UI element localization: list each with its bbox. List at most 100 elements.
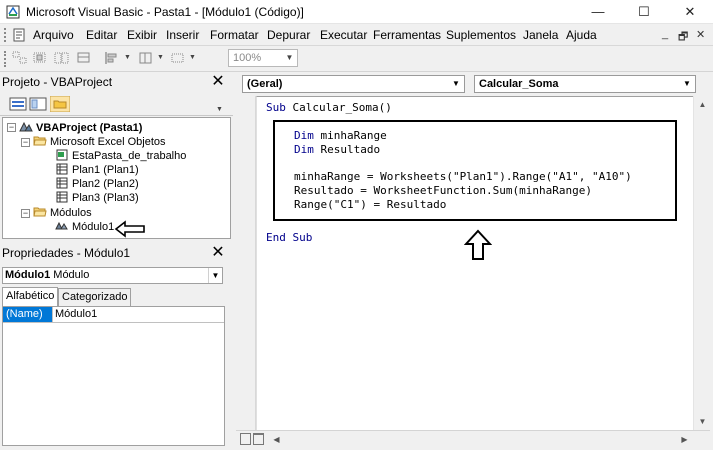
tree-collapse-toggle[interactable]: − [21, 209, 30, 218]
horizontal-scrollbar[interactable]: ◀ ▶ [236, 430, 710, 447]
toolbar-grip[interactable] [4, 51, 7, 67]
properties-grid: (Name) Módulo1 [2, 306, 225, 446]
chevron-down-icon[interactable]: ▼ [208, 268, 222, 283]
tree-node-plan3[interactable]: Plan3 (Plan3) [55, 191, 139, 205]
worksheet-icon [56, 177, 68, 189]
procedure-combobox[interactable]: Calcular_Soma ▼ [474, 75, 696, 93]
tree-label-modules: Módulos [50, 207, 92, 219]
code-window: (Geral) ▼ Calcular_Soma ▼ Sub Calcular_S… [236, 72, 713, 450]
size-to-grid-icon[interactable] [170, 51, 186, 65]
maximize-button[interactable]: ☐ [621, 0, 667, 24]
properties-panel-title: Propriedades - Módulo1 [2, 246, 131, 260]
properties-object-combobox[interactable]: Módulo1 Módulo ▼ [2, 267, 223, 284]
tree-node-plan2[interactable]: Plan2 (Plan2) [55, 177, 139, 191]
menu-ferramentas[interactable]: Ferramentas [373, 28, 441, 42]
menu-ajuda[interactable]: Ajuda [566, 28, 597, 42]
margin-indicator-bar[interactable] [236, 96, 256, 430]
minimize-button[interactable]: — [575, 0, 621, 24]
chevron-down-icon[interactable]: ▼ [679, 76, 695, 92]
tab-categorizado[interactable]: Categorizado [58, 288, 132, 306]
mdi-restore-button[interactable]: 🗗 [678, 28, 688, 47]
code-line[interactable]: Sub Calcular_Soma() [266, 101, 392, 115]
mdi-close-button[interactable]: ✕ [696, 28, 705, 41]
properties-panel-header: Propriedades - Módulo1 ✕ [0, 243, 233, 263]
scroll-up-icon[interactable]: ▲ [694, 96, 711, 113]
menu-arquivo[interactable]: Arquivo [33, 28, 74, 42]
zoom-dropdown-icon[interactable]: ▼ [282, 50, 297, 66]
full-module-view-icon[interactable] [253, 433, 264, 445]
center-dropdown-icon[interactable]: ▼ [157, 54, 164, 61]
tree-node-excel-objects[interactable]: Microsoft Excel Objetos [33, 135, 166, 149]
module-icon [55, 221, 68, 230]
scroll-right-icon[interactable]: ▶ [676, 431, 693, 448]
scroll-down-icon[interactable]: ▼ [694, 413, 711, 430]
tree-label-modulo1: Módulo1 [72, 221, 115, 233]
tree-node-vbaproject[interactable]: VBAProject (Pasta1) [19, 121, 142, 135]
procedure-view-icon[interactable] [240, 433, 251, 445]
object-combobox[interactable]: (Geral) ▼ [242, 75, 465, 93]
tree-label-workbook: EstaPasta_de_trabalho [72, 150, 187, 162]
tree-node-modules[interactable]: Módulos [33, 206, 92, 220]
project-panel-toolbar: ▼ [0, 92, 233, 116]
window-title: Microsoft Visual Basic - Pasta1 - [Módul… [26, 5, 304, 19]
tab-alfabetico[interactable]: Alfabético [2, 287, 59, 307]
menu-inserir[interactable]: Inserir [166, 28, 199, 42]
menu-janela[interactable]: Janela [523, 28, 558, 42]
code-line[interactable]: End Sub [266, 231, 312, 245]
align-left-icon[interactable] [104, 51, 120, 65]
property-name[interactable]: (Name) [3, 307, 53, 322]
folder-open-icon [33, 207, 47, 217]
vba-app-icon [6, 5, 20, 19]
properties-tabs: Alfabético Categorizado [2, 287, 231, 307]
menu-exibir[interactable]: Exibir [127, 28, 157, 42]
worksheet-icon [56, 163, 68, 175]
menu-executar[interactable]: Executar [320, 28, 367, 42]
tree-node-plan1[interactable]: Plan1 (Plan1) [55, 163, 139, 177]
tree-node-modulo1[interactable]: Módulo1 [55, 220, 114, 234]
toggle-folders-icon[interactable] [50, 96, 70, 112]
property-value[interactable]: Módulo1 [55, 307, 97, 322]
menu-depurar[interactable]: Depurar [267, 28, 310, 42]
close-button[interactable]: ✕ [667, 0, 713, 24]
view-object-icon[interactable] [28, 96, 48, 112]
properties-panel-close-icon[interactable]: ✕ [209, 244, 227, 262]
object-combobox-value: (Geral) [247, 78, 283, 90]
chevron-down-icon[interactable]: ▼ [448, 76, 464, 92]
project-tree[interactable]: − VBAProject (Pasta1) − Microsoft Excel … [2, 117, 231, 239]
vertical-scrollbar[interactable]: ▲ ▼ [693, 96, 710, 430]
center-align-icon[interactable] [138, 51, 154, 65]
scroll-left-icon[interactable]: ◀ [268, 431, 285, 448]
property-row[interactable]: (Name) Módulo1 [3, 307, 224, 323]
tree-collapse-toggle[interactable]: − [21, 138, 30, 147]
edit-toolbar: ▼ ▼ ▼ 100% ▼ [0, 46, 713, 72]
module-document-icon[interactable] [12, 28, 26, 42]
menu-suplementos[interactable]: Suplementos [446, 28, 516, 42]
properties-object-name: Módulo1 [5, 269, 51, 281]
mdi-minimize-button[interactable]: _ [662, 28, 668, 40]
parameter-info-icon[interactable] [76, 51, 92, 65]
annotation-up-arrow-icon [464, 229, 492, 260]
menu-formatar[interactable]: Formatar [210, 28, 259, 42]
project-panel-close-icon[interactable]: ✕ [209, 73, 227, 91]
tree-label-excel-objects: Microsoft Excel Objetos [50, 136, 166, 148]
properties-list-icon[interactable] [12, 51, 28, 65]
tree-label-plan2: Plan2 (Plan2) [72, 178, 139, 190]
worksheet-icon [56, 191, 68, 203]
size-dropdown-icon[interactable]: ▼ [189, 54, 196, 61]
annotation-left-arrow-icon [114, 220, 145, 238]
highlight-box [273, 120, 677, 221]
menu-grip[interactable] [4, 28, 7, 42]
view-code-icon[interactable] [8, 96, 28, 112]
title-bar: Microsoft Visual Basic - Pasta1 - [Módul… [0, 0, 713, 24]
menu-editar[interactable]: Editar [86, 28, 117, 42]
quick-info-icon[interactable] [54, 51, 70, 65]
properties-object-type: Módulo [53, 269, 90, 281]
project-toolbar-scroll-indicator[interactable]: ▼ [216, 106, 223, 113]
code-editor[interactable]: Sub Calcular_Soma() Dim minhaRange Dim R… [256, 96, 693, 430]
folder-open-icon [33, 136, 47, 146]
align-dropdown-icon[interactable]: ▼ [124, 54, 131, 61]
tree-collapse-toggle[interactable]: − [7, 123, 16, 132]
tree-node-workbook[interactable]: EstaPasta_de_trabalho [55, 149, 186, 163]
constants-list-icon[interactable] [32, 51, 48, 65]
project-panel-title: Projeto - VBAProject [2, 75, 113, 89]
